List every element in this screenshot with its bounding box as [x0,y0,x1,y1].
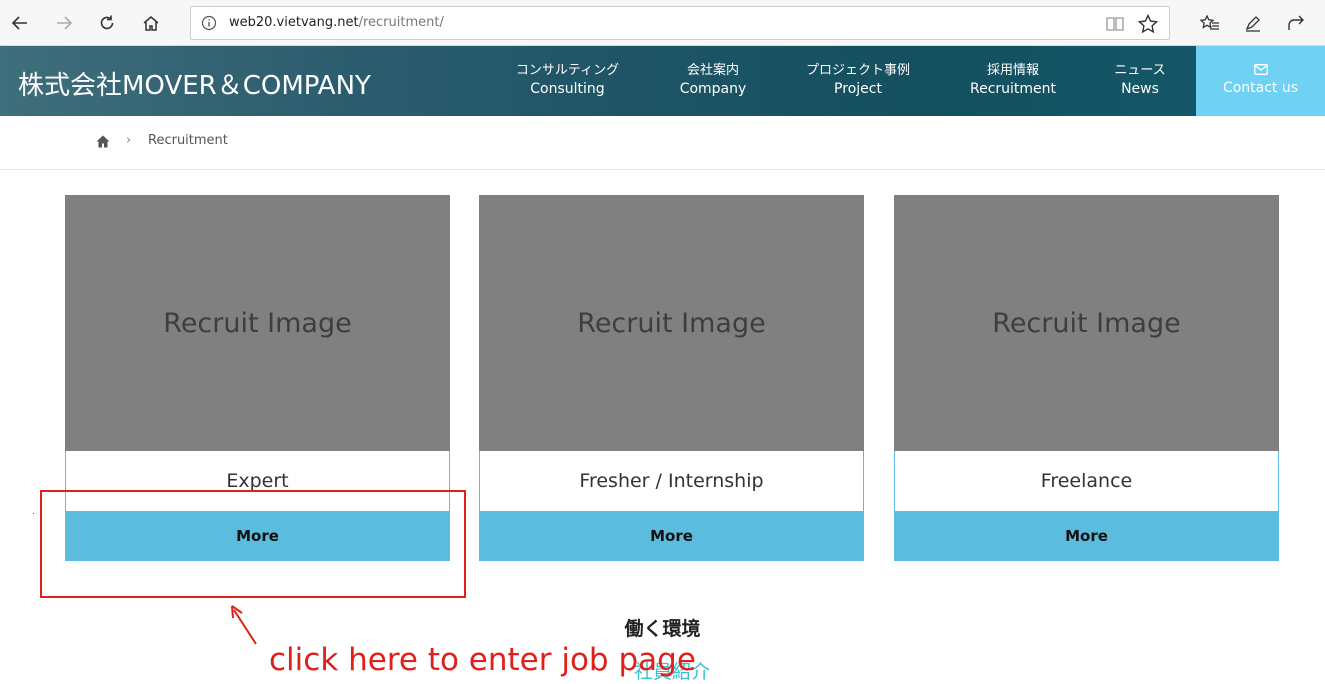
more-button-label: More [650,527,693,545]
nav-label-jp: 会社案内 [686,63,739,78]
notes-button[interactable] [1239,9,1267,37]
image-placeholder-text: Recruit Image [992,307,1181,339]
home-icon[interactable] [96,135,110,148]
nav-label-en: Consulting [530,81,605,97]
favorites-list-icon [1200,14,1219,30]
recruit-image-placeholder: Recruit Image [479,195,864,451]
nav-label-en: Company [679,81,747,97]
nav-label-jp: コンサルティング [515,63,620,78]
job-card-fresher: Recruit Image Fresher / Internship More [479,195,864,561]
share-button[interactable] [1282,9,1310,37]
work-environment-heading: 働く環境 [624,618,701,640]
card-title: Fresher / Internship [579,470,764,492]
card-title-box: Freelance [894,451,1279,511]
refresh-button[interactable] [93,9,121,37]
site-logo-text[interactable]: 株式会社MOVER＆COMPANY [18,65,371,102]
back-button[interactable] [6,9,34,37]
share-icon [1288,15,1304,30]
nav-item-recruitment[interactable]: 採用情報 Recruitment [963,62,1063,98]
breadcrumb-current: Recruitment [148,133,228,148]
recruit-image-placeholder: Recruit Image [894,195,1279,451]
site-header: 株式会社MOVER＆COMPANY コンサルティング Consulting 会社… [0,46,1325,116]
annotation-highlight-box [40,490,466,598]
nav-item-consulting[interactable]: コンサルティング Consulting [505,62,630,98]
chevron-right-icon: › [126,133,132,148]
contact-label: Contact us [1222,80,1299,96]
refresh-icon [100,15,114,30]
url-host: web20.vietvang.net [229,15,359,30]
nav-label-en: Recruitment [969,81,1057,97]
reading-view-icon[interactable] [1105,14,1125,34]
nav-item-company[interactable]: 会社案内 Company [668,62,758,98]
stray-dot [33,513,34,514]
nav-label-jp: ニュース [1114,63,1166,78]
recruit-image-placeholder: Recruit Image [65,195,450,451]
url-path: /recruitment/ [358,15,444,30]
contact-us-button[interactable]: Contact us [1196,46,1325,116]
card-title-box: Fresher / Internship [479,451,864,511]
breadcrumb: › Recruitment [0,116,1325,170]
more-button-freelance[interactable]: More [894,511,1279,561]
annotation-text: click here to enter job page [269,642,696,678]
forward-button[interactable] [50,9,78,37]
annotation-arrow-icon [231,605,257,645]
forward-arrow-icon [57,16,73,30]
nav-label-en: News [1121,81,1159,97]
job-card-freelance: Recruit Image Freelance More [894,195,1279,561]
image-placeholder-text: Recruit Image [577,307,766,339]
pen-icon [1245,16,1260,32]
back-arrow-icon [11,16,27,30]
nav-label-jp: プロジェクト事例 [805,63,910,78]
nav-label-jp: 採用情報 [986,63,1039,78]
image-placeholder-text: Recruit Image [163,307,352,339]
favorites-button[interactable] [1196,9,1224,37]
info-icon[interactable] [201,15,217,31]
more-button-label: More [1065,527,1108,545]
address-bar[interactable]: web20.vietvang.net/recruitment/ [190,6,1170,40]
nav-item-project[interactable]: プロジェクト事例 Project [796,62,920,98]
nav-label-en: Project [834,81,882,97]
more-button-fresher[interactable]: More [479,511,864,561]
url-text[interactable]: web20.vietvang.net/recruitment/ [229,15,444,30]
favorite-star-icon[interactable] [1137,13,1159,35]
card-title: Expert [226,470,289,492]
nav-item-news[interactable]: ニュース News [1103,62,1177,98]
browser-toolbar: web20.vietvang.net/recruitment/ [0,0,1325,46]
home-button[interactable] [137,9,165,37]
card-title: Freelance [1040,470,1133,492]
envelope-icon [1254,64,1268,75]
home-outline-icon [143,16,159,31]
